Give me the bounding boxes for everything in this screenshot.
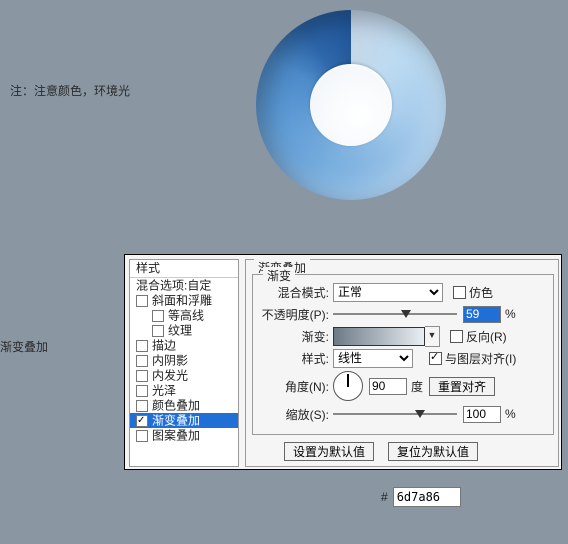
style-item-checkbox[interactable] <box>136 355 148 367</box>
reset-default-button[interactable]: 复位为默认值 <box>388 442 478 461</box>
reverse-label: 反向(R) <box>466 328 507 345</box>
style-item-斜面和浮雕[interactable]: 斜面和浮雕 <box>130 293 238 308</box>
style-item-checkbox[interactable] <box>136 385 148 397</box>
style-item-label: 纹理 <box>168 323 192 337</box>
style-label: 样式: <box>259 350 329 367</box>
style-item-label: 等高线 <box>168 308 204 322</box>
side-effect-label: 渐变叠加 <box>0 338 48 355</box>
gradient-label: 渐变: <box>259 328 329 345</box>
align-label: 与图层对齐(I) <box>445 350 516 367</box>
styles-header: 样式 <box>130 260 238 278</box>
angle-label: 角度(N): <box>259 378 329 395</box>
style-item-内发光[interactable]: 内发光 <box>130 368 238 383</box>
gradient-preview[interactable] <box>333 327 425 346</box>
style-item-checkbox[interactable] <box>136 340 148 352</box>
donut-hole <box>310 64 392 146</box>
style-item-光泽[interactable]: 光泽 <box>130 383 238 398</box>
blend-mode-label: 混合模式: <box>259 284 329 301</box>
opacity-input[interactable] <box>463 306 501 323</box>
style-item-label: 描边 <box>152 338 176 352</box>
opacity-unit: % <box>505 307 516 321</box>
style-item-label: 斜面和浮雕 <box>152 293 212 307</box>
hash-label: # <box>381 490 388 504</box>
scale-unit: % <box>505 407 516 421</box>
opacity-label: 不透明度(P): <box>259 306 329 323</box>
style-item-label: 光泽 <box>152 383 176 397</box>
style-item-label: 内阴影 <box>152 353 188 367</box>
style-item-checkbox[interactable] <box>152 310 164 322</box>
gradient-overlay-panel: 渐变叠加 渐变 混合模式: 正常 仿色 不透明度(P): <box>245 259 559 467</box>
style-item-label: 颜色叠加 <box>152 398 200 412</box>
preview-donut <box>256 10 446 200</box>
scale-input[interactable] <box>463 406 501 423</box>
style-item-图案叠加[interactable]: 图案叠加 <box>130 428 238 443</box>
make-default-button[interactable]: 设置为默认值 <box>284 442 374 461</box>
layer-style-dialog: 样式 混合选项:自定 斜面和浮雕等高线纹理描边内阴影内发光光泽颜色叠加渐变叠加图… <box>124 254 562 470</box>
scale-label: 缩放(S): <box>259 406 329 423</box>
blend-options-row[interactable]: 混合选项:自定 <box>130 278 238 293</box>
style-item-label: 内发光 <box>152 368 188 382</box>
hex-color-field: # <box>381 487 461 507</box>
gradient-sub-title: 渐变 <box>263 267 295 284</box>
style-item-描边[interactable]: 描边 <box>130 338 238 353</box>
dither-label: 仿色 <box>469 284 493 301</box>
gradient-dropdown-icon[interactable]: ▼ <box>425 326 440 347</box>
style-item-渐变叠加[interactable]: 渐变叠加 <box>130 413 238 428</box>
style-item-label: 图案叠加 <box>152 428 200 442</box>
dither-checkbox[interactable] <box>453 286 466 299</box>
reverse-checkbox[interactable] <box>450 330 463 343</box>
opacity-slider[interactable] <box>333 308 457 320</box>
angle-input[interactable] <box>369 378 407 395</box>
style-item-纹理[interactable]: 纹理 <box>130 323 238 338</box>
style-item-等高线[interactable]: 等高线 <box>130 308 238 323</box>
style-item-checkbox[interactable] <box>136 430 148 442</box>
style-item-checkbox[interactable] <box>136 415 148 427</box>
note-text: 注：注意颜色，环境光 <box>10 82 130 99</box>
angle-dial[interactable] <box>333 371 363 401</box>
scale-slider[interactable] <box>333 408 457 420</box>
style-item-checkbox[interactable] <box>136 295 148 307</box>
blend-mode-select[interactable]: 正常 <box>333 283 443 302</box>
style-item-checkbox[interactable] <box>136 370 148 382</box>
reset-align-button[interactable]: 重置对齐 <box>429 377 495 396</box>
hex-input[interactable] <box>393 487 461 507</box>
style-item-label: 渐变叠加 <box>152 413 200 427</box>
style-item-颜色叠加[interactable]: 颜色叠加 <box>130 398 238 413</box>
styles-list[interactable]: 样式 混合选项:自定 斜面和浮雕等高线纹理描边内阴影内发光光泽颜色叠加渐变叠加图… <box>129 259 239 467</box>
style-item-checkbox[interactable] <box>152 325 164 337</box>
style-select[interactable]: 线性 <box>333 349 413 368</box>
align-checkbox[interactable] <box>429 352 442 365</box>
gradient-group: 渐变 混合模式: 正常 仿色 不透明度(P): <box>252 274 554 435</box>
style-item-内阴影[interactable]: 内阴影 <box>130 353 238 368</box>
angle-unit: 度 <box>411 378 423 395</box>
style-item-checkbox[interactable] <box>136 400 148 412</box>
